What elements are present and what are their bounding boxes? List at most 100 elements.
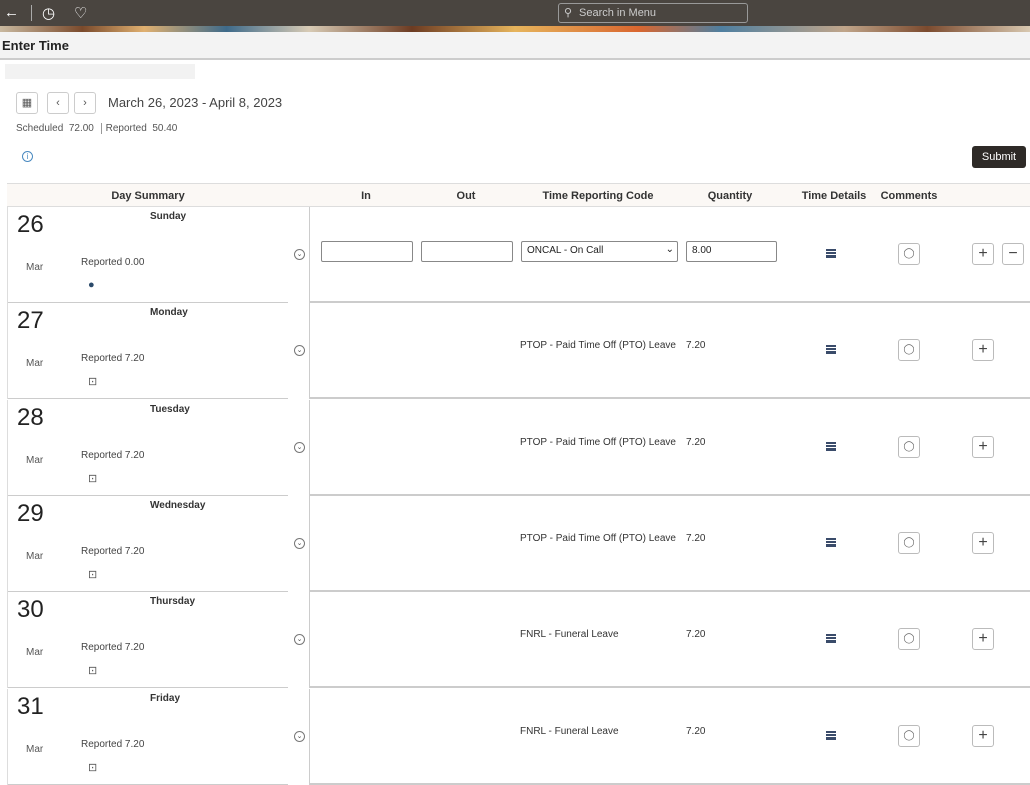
- trc-value: FNRL - Funeral Leave: [520, 725, 619, 737]
- quantity-value: 7.20: [686, 629, 706, 641]
- divider: [309, 207, 310, 303]
- scheduled-label: Scheduled: [16, 123, 64, 134]
- reported-hours: Reported 7.20: [81, 353, 145, 365]
- col-out: Out: [456, 190, 476, 202]
- col-trc: Time Reporting Code: [542, 190, 654, 202]
- out-time-input[interactable]: [421, 241, 513, 262]
- table-header: Day Summary In Out Time Reporting Code Q…: [7, 183, 1030, 207]
- chevron-right-icon: ›: [83, 97, 87, 109]
- reported-hours: Reported 7.20: [81, 738, 145, 750]
- plus-icon: +: [978, 341, 988, 359]
- briefcase-icon: ⊡: [88, 376, 98, 389]
- quantity-value: 7.20: [686, 340, 706, 352]
- add-row-button[interactable]: +: [972, 339, 994, 362]
- time-details-icon[interactable]: [826, 537, 836, 547]
- comment-button[interactable]: ◯: [898, 724, 920, 747]
- next-period-button[interactable]: ›: [74, 92, 96, 114]
- briefcase-icon: ⊡: [88, 568, 98, 581]
- expand-chevron-icon[interactable]: ⌄: [294, 730, 305, 742]
- trc-select[interactable]: ONCAL - On Call ⌄: [521, 241, 678, 262]
- comment-icon: ◯: [903, 633, 915, 645]
- in-time-input[interactable]: [321, 241, 413, 262]
- plus-icon: +: [978, 726, 988, 744]
- trc-value: PTOP - Paid Time Off (PTO) Leave: [520, 340, 676, 352]
- col-day-summary: Day Summary: [111, 190, 185, 202]
- reported-hours: Reported 7.20: [81, 642, 145, 654]
- expand-chevron-icon[interactable]: ⌄: [294, 441, 305, 453]
- table-row: 27 Mar Monday Reported 7.20 ⊡ ⌄ ◯ + PTOP …: [7, 303, 1030, 400]
- quantity-value: 7.20: [686, 725, 706, 737]
- chevron-down-icon: ⌄: [665, 244, 674, 255]
- divider: [31, 5, 32, 21]
- month: Mar: [26, 454, 44, 466]
- calendar-button[interactable]: ▦: [16, 92, 38, 114]
- title-bar: Enter Time: [0, 32, 1030, 60]
- comment-icon: ◯: [903, 536, 915, 548]
- comment-button[interactable]: ◯: [898, 628, 920, 651]
- month: Mar: [26, 550, 44, 562]
- back-icon[interactable]: ←: [4, 4, 19, 21]
- col-quantity: Quantity: [707, 190, 753, 202]
- delete-row-button[interactable]: −: [1002, 243, 1024, 265]
- comment-button[interactable]: ◯: [898, 435, 920, 458]
- expand-chevron-icon[interactable]: ⌄: [294, 345, 305, 357]
- scheduled-value: 72.00: [68, 123, 94, 134]
- weekday: Thursday: [150, 596, 196, 608]
- briefcase-icon: ⊡: [88, 761, 98, 774]
- submit-button[interactable]: Submit: [972, 146, 1026, 168]
- add-row-button[interactable]: +: [972, 628, 994, 651]
- day-number: 31: [17, 692, 44, 720]
- divider: [309, 688, 310, 785]
- recent-clock-icon[interactable]: ◷: [42, 4, 55, 22]
- time-details-icon[interactable]: [826, 730, 836, 740]
- day-number: 27: [17, 307, 44, 335]
- comment-button[interactable]: ◯: [898, 243, 920, 265]
- page-title: Enter Time: [2, 38, 69, 53]
- add-row-button[interactable]: +: [972, 435, 994, 458]
- chevron-left-icon: ‹: [56, 97, 60, 109]
- table-row: 28 Mar Tuesday Reported 7.20 ⊡ ⌄ ◯ + PTOP…: [7, 399, 1030, 496]
- comment-button[interactable]: ◯: [898, 339, 920, 362]
- trc-value: FNRL - Funeral Leave: [520, 629, 619, 641]
- trc-value: PTOP - Paid Time Off (PTO) Leave: [520, 532, 676, 544]
- on-call-icon: ●: [88, 279, 95, 291]
- add-row-button[interactable]: +: [972, 724, 994, 747]
- table-row: 31 Mar Friday Reported 7.20 ⊡ ⌄ ◯ + FNRL …: [7, 688, 1030, 785]
- weekday: Monday: [150, 307, 188, 319]
- reported-hours: Reported 0.00: [81, 257, 145, 268]
- expand-chevron-icon[interactable]: ⌄: [294, 537, 305, 549]
- month: Mar: [26, 647, 44, 659]
- comment-icon: ◯: [903, 729, 915, 741]
- day-number: 28: [17, 403, 44, 431]
- weekday: Sunday: [150, 211, 187, 222]
- expand-chevron-icon[interactable]: ⌄: [294, 249, 305, 260]
- col-time-details: Time Details: [801, 190, 867, 202]
- time-details-icon[interactable]: [826, 249, 836, 258]
- table-row: 29 Mar Wednesday Reported 7.20 ⊡ ⌄ ◯ + PT…: [7, 495, 1030, 592]
- time-details-icon[interactable]: [826, 441, 836, 451]
- search-icon: ⚲: [564, 7, 573, 19]
- add-row-button[interactable]: +: [972, 531, 994, 554]
- add-row-button[interactable]: +: [972, 243, 994, 265]
- search-placeholder: Search in Menu: [579, 7, 657, 19]
- comment-button[interactable]: ◯: [898, 531, 920, 554]
- favorites-heart-icon[interactable]: ♡: [74, 4, 87, 22]
- search-input[interactable]: ⚲ Search in Menu: [558, 3, 748, 23]
- quantity-input[interactable]: 8.00: [686, 241, 777, 262]
- trc-value: PTOP - Paid Time Off (PTO) Leave: [520, 436, 676, 448]
- day-number: 30: [17, 596, 44, 624]
- col-comments: Comments: [880, 190, 938, 202]
- time-details-icon[interactable]: [826, 345, 836, 355]
- divider: [309, 303, 310, 400]
- date-range: March 26, 2023 - April 8, 2023: [108, 95, 283, 110]
- col-in: In: [361, 190, 371, 202]
- info-icon[interactable]: i: [22, 151, 33, 162]
- time-details-icon[interactable]: [826, 634, 836, 644]
- minus-icon: −: [1008, 245, 1018, 262]
- reported-value: 50.40: [152, 123, 178, 134]
- previous-period-button[interactable]: ‹: [47, 92, 69, 114]
- month: Mar: [26, 358, 44, 370]
- expand-chevron-icon[interactable]: ⌄: [294, 634, 305, 646]
- weekday: Tuesday: [150, 403, 190, 415]
- briefcase-icon: ⊡: [88, 472, 98, 485]
